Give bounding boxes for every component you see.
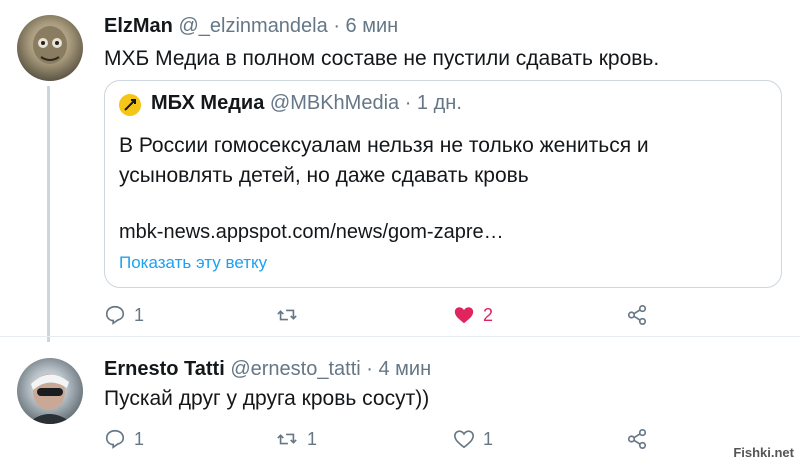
author-handle[interactable]: @_elzinmandela [178, 15, 327, 37]
retweet-button[interactable]: 1 [275, 428, 317, 450]
quote-author-handle: @MBKhMedia [269, 92, 400, 114]
reply-button[interactable]: 1 [104, 428, 144, 450]
quote-text: В России гомосексуалам нельзя не только … [119, 134, 649, 187]
tweet-divider [0, 336, 800, 337]
like-icon [454, 307, 474, 324]
tweet-header: Ernesto Tatti @ernesto_tatti · 4 мин [104, 358, 431, 381]
reply-button[interactable]: 1 [104, 304, 144, 326]
reply-count: 1 [134, 428, 145, 449]
tweet-time[interactable]: · 6 мин [333, 15, 398, 37]
like-icon [454, 430, 474, 449]
quote-author-name: МБХ Медиа [151, 92, 265, 114]
quote-tweet-card[interactable]: МБХ Медиа @MBKhMedia · 1 дн. В России го… [104, 80, 782, 288]
retweet-icon [277, 309, 297, 321]
like-button[interactable]: 1 [453, 428, 493, 450]
quote-header: МБХ Медиа @MBKhMedia · 1 дн. [151, 92, 462, 115]
reply-count: 1 [134, 304, 145, 325]
like-count: 2 [483, 304, 494, 325]
thread-line [47, 86, 50, 342]
avatar-image [33, 26, 67, 64]
like-button[interactable]: 2 [453, 304, 493, 326]
author-name[interactable]: Ernesto Tatti [104, 358, 225, 380]
avatar-image [27, 374, 73, 424]
share-icon [627, 305, 647, 325]
retweet-button[interactable] [275, 304, 307, 326]
share-button[interactable] [626, 428, 648, 450]
show-thread-link[interactable]: Показать эту ветку [119, 253, 267, 273]
author-handle[interactable]: @ernesto_tatti [230, 358, 360, 380]
avatar[interactable] [17, 15, 83, 81]
tweet-text: МХБ Медиа в полном составе не пустили сд… [104, 47, 660, 70]
share-button[interactable] [626, 304, 648, 326]
tweet-header: ElzMan @_elzinmandela · 6 мин [104, 15, 398, 38]
reply-icon [105, 429, 125, 449]
reply-icon [105, 305, 125, 325]
quote-link[interactable]: mbk-news.appspot.com/news/gom-zapre… [119, 221, 504, 244]
avatar[interactable] [17, 358, 83, 424]
like-count: 1 [483, 428, 494, 449]
share-icon [627, 429, 647, 449]
mbh-logo-icon [124, 99, 136, 111]
watermark: Fishki.net [733, 445, 794, 460]
tweet-time[interactable]: · 4 мин [366, 358, 431, 380]
retweet-icon [277, 433, 297, 445]
author-name[interactable]: ElzMan [104, 15, 173, 37]
retweet-count: 1 [307, 428, 318, 449]
tweet-text: Пускай друг у друга кровь сосут)) [104, 387, 430, 410]
quote-avatar [119, 94, 141, 116]
quote-time: · 1 дн. [404, 92, 462, 114]
